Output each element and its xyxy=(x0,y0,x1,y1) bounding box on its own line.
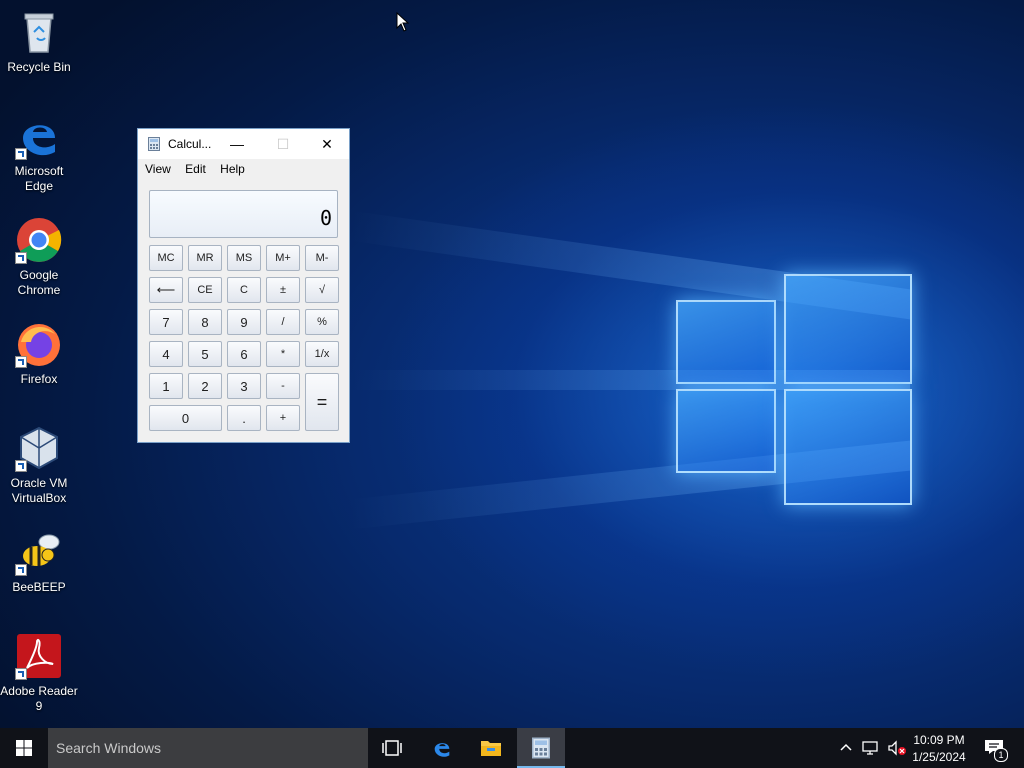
c-button[interactable]: C xyxy=(227,277,261,303)
desktop-icon-google-chrome[interactable]: Google Chrome xyxy=(0,216,78,298)
taskbar-edge-button[interactable] xyxy=(418,728,466,768)
task-view-icon xyxy=(382,740,402,756)
wallpaper-logo-pane xyxy=(784,274,912,384)
equals-button[interactable]: = xyxy=(305,373,339,431)
desktop: Recycle Bin Microsoft Edge Google Chrome xyxy=(0,0,1024,728)
divide-button[interactable]: / xyxy=(266,309,300,335)
adobe-reader-icon xyxy=(15,632,63,680)
start-button[interactable] xyxy=(0,728,48,768)
ce-button[interactable]: CE xyxy=(188,277,222,303)
network-icon xyxy=(862,741,878,755)
minimize-button[interactable]: — xyxy=(214,129,260,159)
desktop-icon-label: Firefox xyxy=(20,372,58,386)
shortcut-arrow-icon xyxy=(15,668,27,680)
subtract-button[interactable]: - xyxy=(266,373,300,399)
mr-button[interactable]: MR xyxy=(188,245,222,271)
decimal-button[interactable]: . xyxy=(227,405,261,431)
calculator-display: 0 xyxy=(149,190,338,238)
desktop-icon-recycle-bin[interactable]: Recycle Bin xyxy=(0,8,78,75)
mouse-cursor-icon xyxy=(396,12,410,32)
clock-button[interactable]: 10:09 PM 1/25/2024 xyxy=(904,728,974,768)
close-button[interactable]: ✕ xyxy=(304,129,350,159)
reciprocal-button[interactable]: 1/x xyxy=(305,341,339,367)
shortcut-arrow-icon xyxy=(15,564,27,576)
desktop-icon-microsoft-edge[interactable]: Microsoft Edge xyxy=(0,112,78,194)
shortcut-arrow-icon xyxy=(15,460,27,472)
folder-icon xyxy=(481,741,501,756)
virtualbox-icon xyxy=(15,424,63,472)
desktop-icon-label: Microsoft Edge xyxy=(14,164,64,193)
notification-count-badge: 1 xyxy=(994,748,1008,762)
shortcut-arrow-icon xyxy=(15,252,27,264)
desktop-icon-label: Recycle Bin xyxy=(7,60,71,74)
firefox-icon xyxy=(15,320,63,368)
wallpaper-logo-pane xyxy=(676,389,776,473)
desktop-icon-beebeep[interactable]: BeeBEEP xyxy=(0,528,78,595)
recycle-bin-icon xyxy=(15,8,63,56)
backspace-button[interactable]: ⟵ xyxy=(149,277,183,303)
wallpaper-logo-pane xyxy=(784,389,912,505)
digit-1-button[interactable]: 1 xyxy=(149,373,183,399)
display-value: 0 xyxy=(319,206,332,230)
calculator-window[interactable]: Calcul... — ☐ ✕ View Edit Help 0 MC MR M… xyxy=(137,128,350,443)
network-tray-button[interactable] xyxy=(858,728,882,768)
plus-minus-button[interactable]: ± xyxy=(266,277,300,303)
menu-edit[interactable]: Edit xyxy=(185,159,206,176)
maximize-icon: ☐ xyxy=(276,136,290,152)
m-minus-button[interactable]: M- xyxy=(305,245,339,271)
desktop-icon-firefox[interactable]: Firefox xyxy=(0,320,78,387)
digit-4-button[interactable]: 4 xyxy=(149,341,183,367)
bee-icon xyxy=(15,528,63,576)
ms-button[interactable]: MS xyxy=(227,245,261,271)
desktop-icon-label: BeeBEEP xyxy=(12,580,66,594)
clock-time: 10:09 PM xyxy=(913,733,965,747)
calculator-icon xyxy=(532,737,550,759)
m-plus-button[interactable]: M+ xyxy=(266,245,300,271)
multiply-button[interactable]: * xyxy=(266,341,300,367)
desktop-icon-oracle-vm-virtualbox[interactable]: Oracle VM VirtualBox xyxy=(0,424,78,506)
search-placeholder: Search Windows xyxy=(56,740,162,756)
edge-icon xyxy=(15,112,63,160)
shortcut-arrow-icon xyxy=(15,356,27,368)
desktop-icon-label: Adobe Reader 9 xyxy=(0,684,78,713)
calculator-title-bar[interactable]: Calcul... — ☐ ✕ xyxy=(138,129,349,159)
percent-button[interactable]: % xyxy=(305,309,339,335)
digit-6-button[interactable]: 6 xyxy=(227,341,261,367)
minimize-icon: — xyxy=(230,136,244,152)
shortcut-arrow-icon xyxy=(15,148,27,160)
calculator-app-icon xyxy=(148,137,160,151)
digit-9-button[interactable]: 9 xyxy=(227,309,261,335)
digit-3-button[interactable]: 3 xyxy=(227,373,261,399)
desktop-icon-label: Oracle VM VirtualBox xyxy=(10,476,68,505)
action-center-button[interactable]: 1 xyxy=(978,728,1018,768)
taskbar-file-explorer-button[interactable] xyxy=(467,728,515,768)
clock-date: 1/25/2024 xyxy=(912,750,966,764)
windows-logo-icon xyxy=(16,740,32,756)
wallpaper-logo-pane xyxy=(676,300,776,384)
menu-view[interactable]: View xyxy=(145,159,171,176)
chevron-up-icon xyxy=(840,743,852,751)
maximize-button: ☐ xyxy=(260,129,306,159)
desktop-icon-label: Google Chrome xyxy=(17,268,61,297)
digit-8-button[interactable]: 8 xyxy=(188,309,222,335)
digit-7-button[interactable]: 7 xyxy=(149,309,183,335)
window-title: Calcul... xyxy=(168,137,212,151)
mc-button[interactable]: MC xyxy=(149,245,183,271)
task-view-button[interactable] xyxy=(368,728,416,768)
taskbar-calculator-button[interactable] xyxy=(517,728,565,768)
show-hidden-icons-button[interactable] xyxy=(836,728,856,768)
digit-0-button[interactable]: 0 xyxy=(149,405,222,431)
taskbar-search-box[interactable]: Search Windows xyxy=(48,728,368,768)
sqrt-button[interactable]: √ xyxy=(305,277,339,303)
edge-icon xyxy=(434,743,450,757)
desktop-icon-adobe-reader[interactable]: Adobe Reader 9 xyxy=(0,632,78,714)
menu-help[interactable]: Help xyxy=(220,159,245,176)
chrome-icon xyxy=(15,216,63,264)
digit-5-button[interactable]: 5 xyxy=(188,341,222,367)
calculator-menu-bar: View Edit Help xyxy=(138,159,349,181)
close-icon: ✕ xyxy=(321,136,333,152)
add-button[interactable]: + xyxy=(266,405,300,431)
digit-2-button[interactable]: 2 xyxy=(188,373,222,399)
taskbar: Search Windows 10:09 PM 1/25/2024 1 xyxy=(0,728,1024,768)
